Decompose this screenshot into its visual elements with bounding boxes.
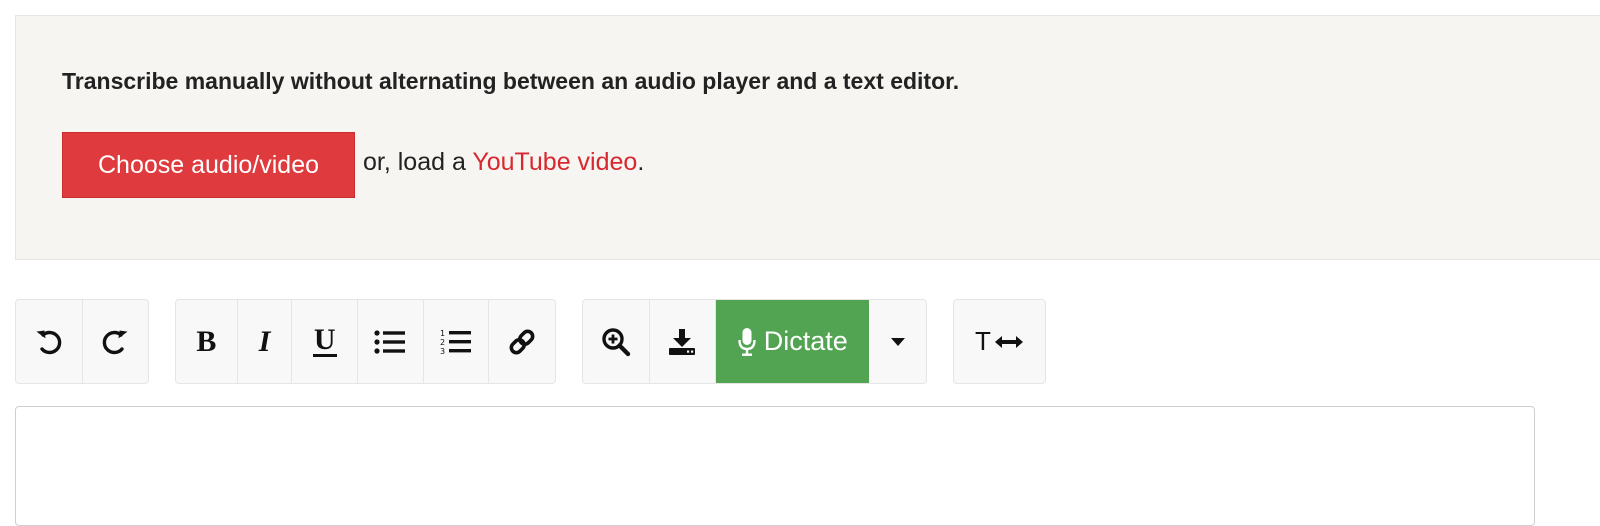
link-icon bbox=[509, 329, 535, 354]
underline-icon: U bbox=[312, 322, 337, 358]
download-button[interactable] bbox=[650, 300, 717, 383]
dictate-button[interactable]: Dictate bbox=[716, 300, 870, 383]
numbered-list-icon: 1 2 3 bbox=[440, 329, 472, 356]
undo-button[interactable] bbox=[16, 300, 83, 383]
intro-description: Transcribe manually without alternating … bbox=[62, 68, 960, 94]
choose-audio-video-button[interactable]: Choose audio/video bbox=[62, 132, 355, 198]
bullet-list-icon bbox=[374, 329, 406, 354]
media-toolbar-group: Dictate bbox=[582, 299, 927, 384]
alt-suffix: . bbox=[637, 148, 645, 176]
youtube-video-link[interactable]: YouTube video bbox=[472, 148, 637, 176]
transcript-editor[interactable] bbox=[15, 406, 1535, 526]
italic-button[interactable]: I bbox=[238, 300, 293, 383]
text-width-button[interactable]: T bbox=[954, 300, 1045, 383]
zoom-in-icon bbox=[602, 327, 630, 356]
bold-button[interactable]: B bbox=[176, 300, 238, 383]
underline-button[interactable]: U bbox=[292, 300, 359, 383]
alt-prefix: or, load a bbox=[363, 148, 466, 176]
link-button[interactable] bbox=[489, 300, 555, 383]
bullet-list-button[interactable] bbox=[358, 300, 424, 383]
microphone-icon bbox=[738, 327, 756, 356]
undo-icon bbox=[36, 329, 62, 354]
zoom-in-button[interactable] bbox=[583, 300, 650, 383]
formatting-toolbar-group: B I U 1 2 3 bbox=[175, 299, 556, 384]
numbered-list-button[interactable]: 1 2 3 bbox=[424, 300, 490, 383]
redo-button[interactable] bbox=[83, 300, 149, 383]
redo-icon bbox=[102, 329, 128, 354]
text-width-glyph: T bbox=[975, 326, 991, 356]
youtube-load-line: or, load a YouTube video. bbox=[363, 148, 644, 177]
svg-text:2: 2 bbox=[440, 338, 445, 347]
dictate-options-dropdown[interactable] bbox=[869, 300, 926, 383]
dictate-label: Dictate bbox=[763, 326, 848, 356]
intro-panel: Transcribe manually without alternating … bbox=[15, 15, 1600, 260]
width-arrows-icon bbox=[994, 335, 1023, 348]
svg-text:3: 3 bbox=[440, 347, 445, 356]
history-toolbar-group bbox=[15, 299, 149, 384]
bold-icon: B bbox=[196, 324, 217, 358]
caret-down-icon bbox=[890, 337, 905, 346]
svg-text:1: 1 bbox=[440, 329, 445, 338]
italic-icon: I bbox=[258, 324, 271, 358]
text-width-toolbar-group: T bbox=[953, 299, 1046, 384]
download-icon bbox=[669, 328, 696, 355]
